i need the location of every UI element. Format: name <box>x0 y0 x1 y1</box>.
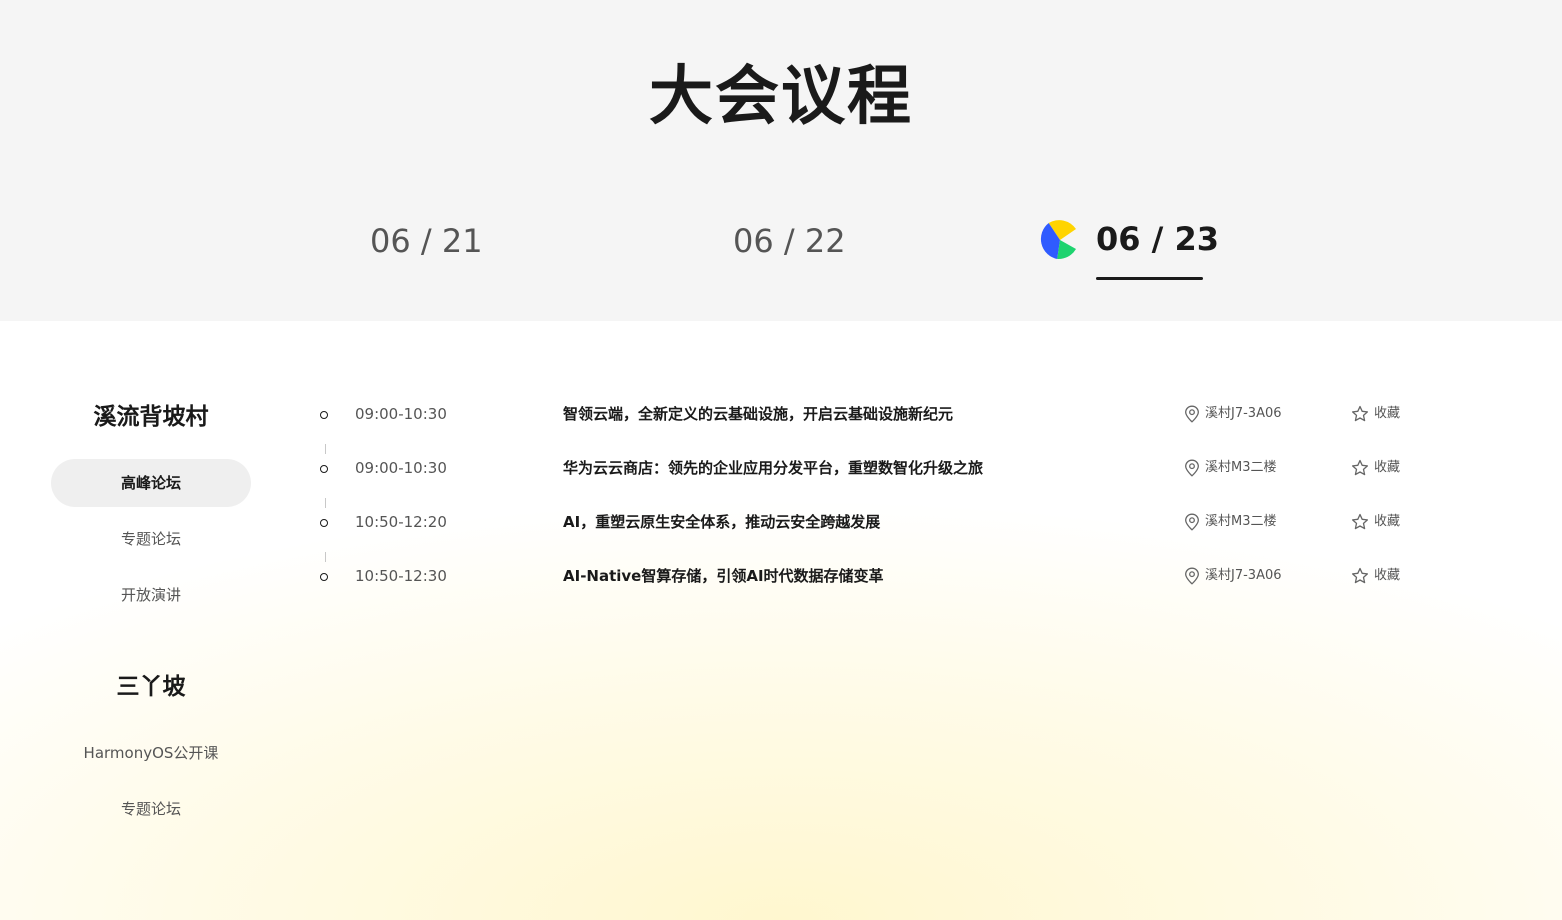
favorite-button[interactable]: 收藏 <box>1351 565 1400 587</box>
agenda-location-text: 溪村J7-3A06 <box>1205 406 1282 421</box>
agenda-title[interactable]: AI-Native智算存储，引领AI时代数据存储变革 <box>563 564 884 588</box>
timeline-dot <box>320 573 328 581</box>
timeline-dot <box>320 465 328 473</box>
agenda-location-text: 溪村M3二楼 <box>1205 514 1277 529</box>
agenda-title[interactable]: 智领云端，全新定义的云基础设施，开启云基础设施新纪元 <box>563 402 953 426</box>
favorite-button[interactable]: 收藏 <box>1351 403 1400 425</box>
date-tab-0621[interactable]: 06 / 21 <box>370 220 483 262</box>
location-pin-icon <box>1185 513 1199 531</box>
agenda-location-text: 溪村M3二楼 <box>1205 460 1277 475</box>
venue-title-xiliu: 溪流背坡村 <box>93 404 209 430</box>
favorite-button[interactable]: 收藏 <box>1351 511 1400 533</box>
favorite-label: 收藏 <box>1374 568 1401 583</box>
agenda-row: 09:00-10:30 华为云云商店：领先的企业应用分发平台，重塑数智化升级之旅… <box>318 455 1438 485</box>
location-pin-icon <box>1185 459 1199 477</box>
favorite-label: 收藏 <box>1374 406 1401 421</box>
timeline-connector <box>325 552 326 562</box>
agenda-location: 溪村J7-3A06 <box>1184 565 1282 587</box>
sidebar-item-summit-forum[interactable]: 高峰论坛 <box>51 459 251 507</box>
agenda-row: 10:50-12:30 AI-Native智算存储，引领AI时代数据存储变革 溪… <box>318 563 1438 593</box>
hero-header: 大会议程 06 / 21 06 / 22 06 / 23 <box>0 0 1562 321</box>
agenda-row: 09:00-10:30 智领云端，全新定义的云基础设施，开启云基础设施新纪元 溪… <box>318 401 1438 431</box>
agenda-time: 09:00-10:30 <box>355 459 447 477</box>
agenda-time: 10:50-12:30 <box>355 567 447 585</box>
favorite-button[interactable]: 收藏 <box>1351 457 1400 479</box>
star-outline-icon <box>1351 513 1369 530</box>
favorite-label: 收藏 <box>1374 460 1401 475</box>
star-outline-icon <box>1351 405 1369 422</box>
timeline-dot <box>320 411 328 419</box>
sidebar-item-topic-forum[interactable]: 专题论坛 <box>51 515 251 563</box>
agenda-time: 10:50-12:20 <box>355 513 447 531</box>
location-pin-icon <box>1185 405 1199 423</box>
sidebar-item-topic-forum-2[interactable]: 专题论坛 <box>51 785 251 833</box>
date-tab-0623[interactable]: 06 / 23 <box>1096 218 1219 260</box>
brand-logo-icon <box>1040 220 1076 260</box>
agenda-time: 09:00-10:30 <box>355 405 447 423</box>
star-outline-icon <box>1351 459 1369 476</box>
agenda-location: 溪村J7-3A06 <box>1184 403 1282 425</box>
agenda-title[interactable]: 华为云云商店：领先的企业应用分发平台，重塑数智化升级之旅 <box>563 456 983 480</box>
venue-title-sanyapo: 三丫坡 <box>116 674 186 700</box>
star-outline-icon <box>1351 567 1369 584</box>
agenda-title[interactable]: AI，重塑云原生安全体系，推动云安全跨越发展 <box>563 510 880 534</box>
favorite-label: 收藏 <box>1374 514 1401 529</box>
agenda-location: 溪村M3二楼 <box>1184 511 1277 533</box>
agenda-row: 10:50-12:20 AI，重塑云原生安全体系，推动云安全跨越发展 溪村M3二… <box>318 509 1438 539</box>
page-title: 大会议程 <box>649 60 913 134</box>
timeline-dot <box>320 519 328 527</box>
agenda-location: 溪村M3二楼 <box>1184 457 1277 479</box>
location-pin-icon <box>1185 567 1199 585</box>
timeline-connector <box>325 498 326 508</box>
active-tab-underline <box>1096 277 1203 280</box>
sidebar-item-harmonyos-class[interactable]: HarmonyOS公开课 <box>51 729 251 777</box>
timeline-connector <box>325 444 326 454</box>
date-tab-0622[interactable]: 06 / 22 <box>733 220 846 262</box>
agenda-location-text: 溪村J7-3A06 <box>1205 568 1282 583</box>
sidebar-item-open-talk[interactable]: 开放演讲 <box>51 571 251 619</box>
